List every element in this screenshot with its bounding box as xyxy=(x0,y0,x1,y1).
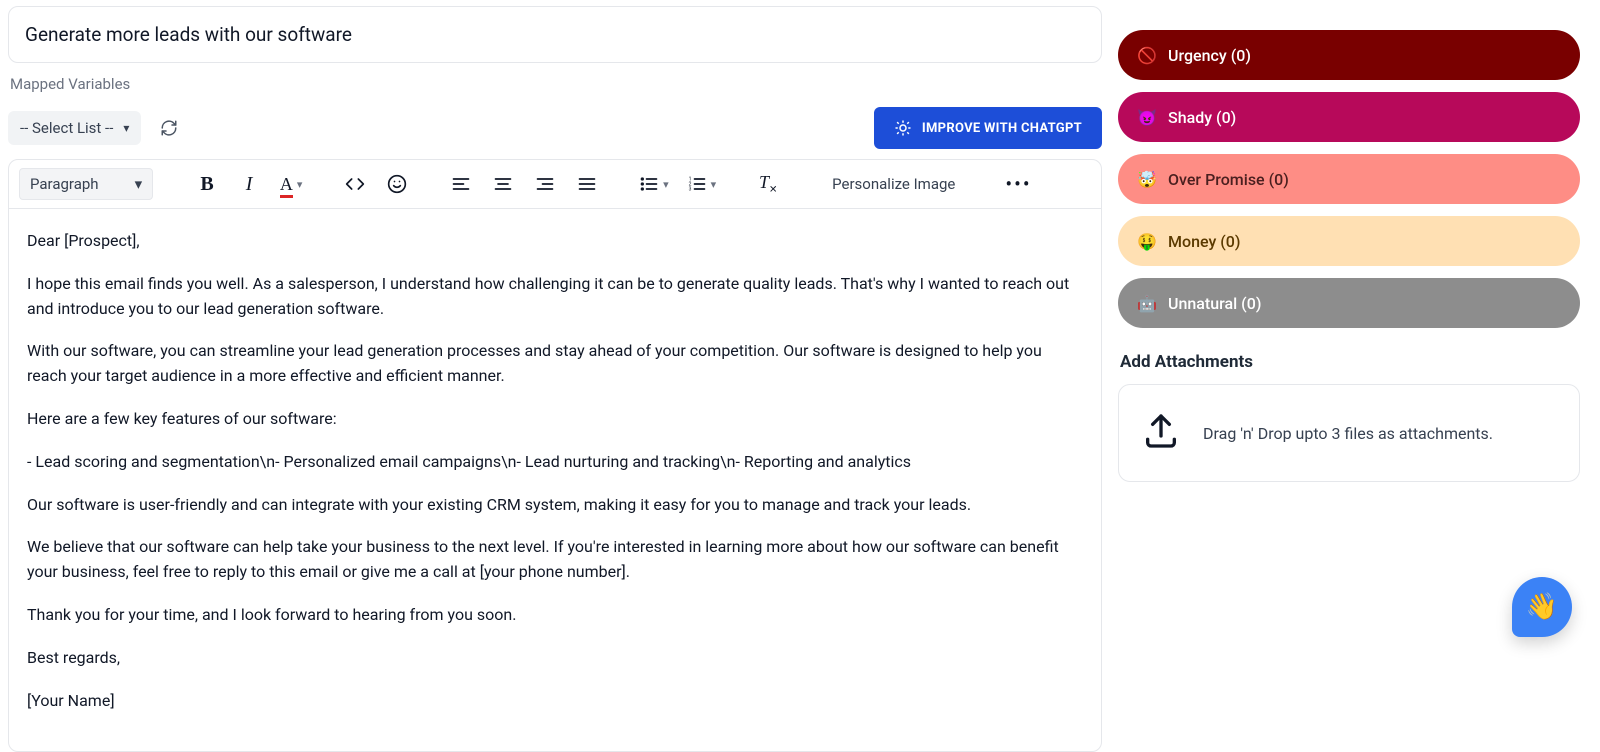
list-select-label: -- Select List -- xyxy=(20,119,113,137)
block-style-label: Paragraph xyxy=(30,175,99,193)
urgency-icon: 🚫 xyxy=(1136,44,1158,66)
body-paragraph: Best regards, xyxy=(27,646,1083,671)
align-center-button[interactable] xyxy=(491,172,515,196)
body-paragraph: - Lead scoring and segmentation\n- Perso… xyxy=(27,450,1083,475)
pill-label: Over Promise (0) xyxy=(1168,170,1289,189)
subject-text: Generate more leads with our software xyxy=(25,23,352,46)
numbered-list-button[interactable]: 123 ▾ xyxy=(687,172,717,196)
text-color-button[interactable]: A ▾ xyxy=(279,172,303,196)
top-placeholder-row xyxy=(1118,2,1580,12)
bold-button[interactable]: B xyxy=(195,172,219,196)
attachments-help-text: Drag 'n' Drop upto 3 files as attachment… xyxy=(1203,424,1493,443)
refresh-button[interactable] xyxy=(155,114,183,142)
shady-icon: 😈 xyxy=(1136,106,1158,128)
attachments-dropzone[interactable]: Drag 'n' Drop upto 3 files as attachment… xyxy=(1118,384,1580,482)
placeholder xyxy=(1184,2,1304,12)
chevron-down-icon: ▾ xyxy=(711,178,717,191)
spam-pill-shady[interactable]: 😈 Shady (0) xyxy=(1118,92,1580,142)
body-paragraph: Dear [Prospect], xyxy=(27,229,1083,254)
chevron-down-icon: ▾ xyxy=(135,175,143,193)
code-button[interactable] xyxy=(343,172,367,196)
italic-button[interactable]: I xyxy=(237,172,261,196)
align-right-button[interactable] xyxy=(533,172,557,196)
pill-label: Urgency (0) xyxy=(1168,46,1251,65)
align-justify-button[interactable] xyxy=(575,172,599,196)
subject-input[interactable]: Generate more leads with our software xyxy=(8,6,1102,63)
clear-formatting-button[interactable]: T✕ xyxy=(756,172,780,196)
body-paragraph: Thank you for your time, and I look forw… xyxy=(27,603,1083,628)
body-paragraph: With our software, you can streamline yo… xyxy=(27,339,1083,389)
block-style-select[interactable]: Paragraph ▾ xyxy=(19,168,153,200)
placeholder xyxy=(1460,2,1580,12)
body-paragraph: [Your Name] xyxy=(27,689,1083,714)
mapped-variables-label: Mapped Variables xyxy=(10,75,1102,93)
body-paragraph: I hope this email finds you well. As a s… xyxy=(27,272,1083,322)
bullet-list-button[interactable]: ▾ xyxy=(639,172,669,196)
spam-pill-unnatural[interactable]: 🤖 Unnatural (0) xyxy=(1118,278,1580,328)
email-editor: Paragraph ▾ B I A ▾ xyxy=(8,159,1102,752)
wave-icon: 👋 xyxy=(1526,592,1558,622)
chevron-down-icon: ▾ xyxy=(663,178,669,191)
attachments-title: Add Attachments xyxy=(1120,352,1580,372)
money-icon: 🤑 xyxy=(1136,230,1158,252)
overpromise-icon: 🤯 xyxy=(1136,168,1158,190)
improve-button-label: IMPROVE WITH CHATGPT xyxy=(922,121,1082,136)
pill-label: Money (0) xyxy=(1168,232,1240,251)
more-options-button[interactable]: ••• xyxy=(1005,172,1031,196)
chevron-down-icon: ▾ xyxy=(297,178,303,191)
chatgpt-icon xyxy=(894,119,912,137)
upload-icon xyxy=(1141,411,1181,455)
unnatural-icon: 🤖 xyxy=(1136,292,1158,314)
editor-body[interactable]: Dear [Prospect], I hope this email finds… xyxy=(9,209,1101,751)
emoji-button[interactable] xyxy=(385,172,409,196)
list-select[interactable]: -- Select List -- ▾ xyxy=(8,111,141,145)
spam-pill-overpromise[interactable]: 🤯 Over Promise (0) xyxy=(1118,154,1580,204)
pill-label: Unnatural (0) xyxy=(1168,294,1261,313)
body-paragraph: We believe that our software can help ta… xyxy=(27,535,1083,585)
svg-text:3: 3 xyxy=(688,187,691,193)
placeholder xyxy=(1322,2,1442,12)
editor-toolbar: Paragraph ▾ B I A ▾ xyxy=(9,160,1101,209)
refresh-icon xyxy=(160,119,178,137)
spam-pill-money[interactable]: 🤑 Money (0) xyxy=(1118,216,1580,266)
improve-with-chatgpt-button[interactable]: IMPROVE WITH CHATGPT xyxy=(874,107,1102,149)
chevron-down-icon: ▾ xyxy=(123,121,129,135)
spam-pill-urgency[interactable]: 🚫 Urgency (0) xyxy=(1118,30,1580,80)
body-paragraph: Our software is user-friendly and can in… xyxy=(27,493,1083,518)
pill-label: Shady (0) xyxy=(1168,108,1236,127)
align-left-button[interactable] xyxy=(449,172,473,196)
mapped-variables-toolbar: -- Select List -- ▾ IMPROVE WITH CHATGPT xyxy=(8,107,1102,149)
body-paragraph: Here are a few key features of our softw… xyxy=(27,407,1083,432)
help-fab[interactable]: 👋 xyxy=(1512,577,1572,637)
personalize-image-button[interactable]: Personalize Image xyxy=(832,175,955,193)
